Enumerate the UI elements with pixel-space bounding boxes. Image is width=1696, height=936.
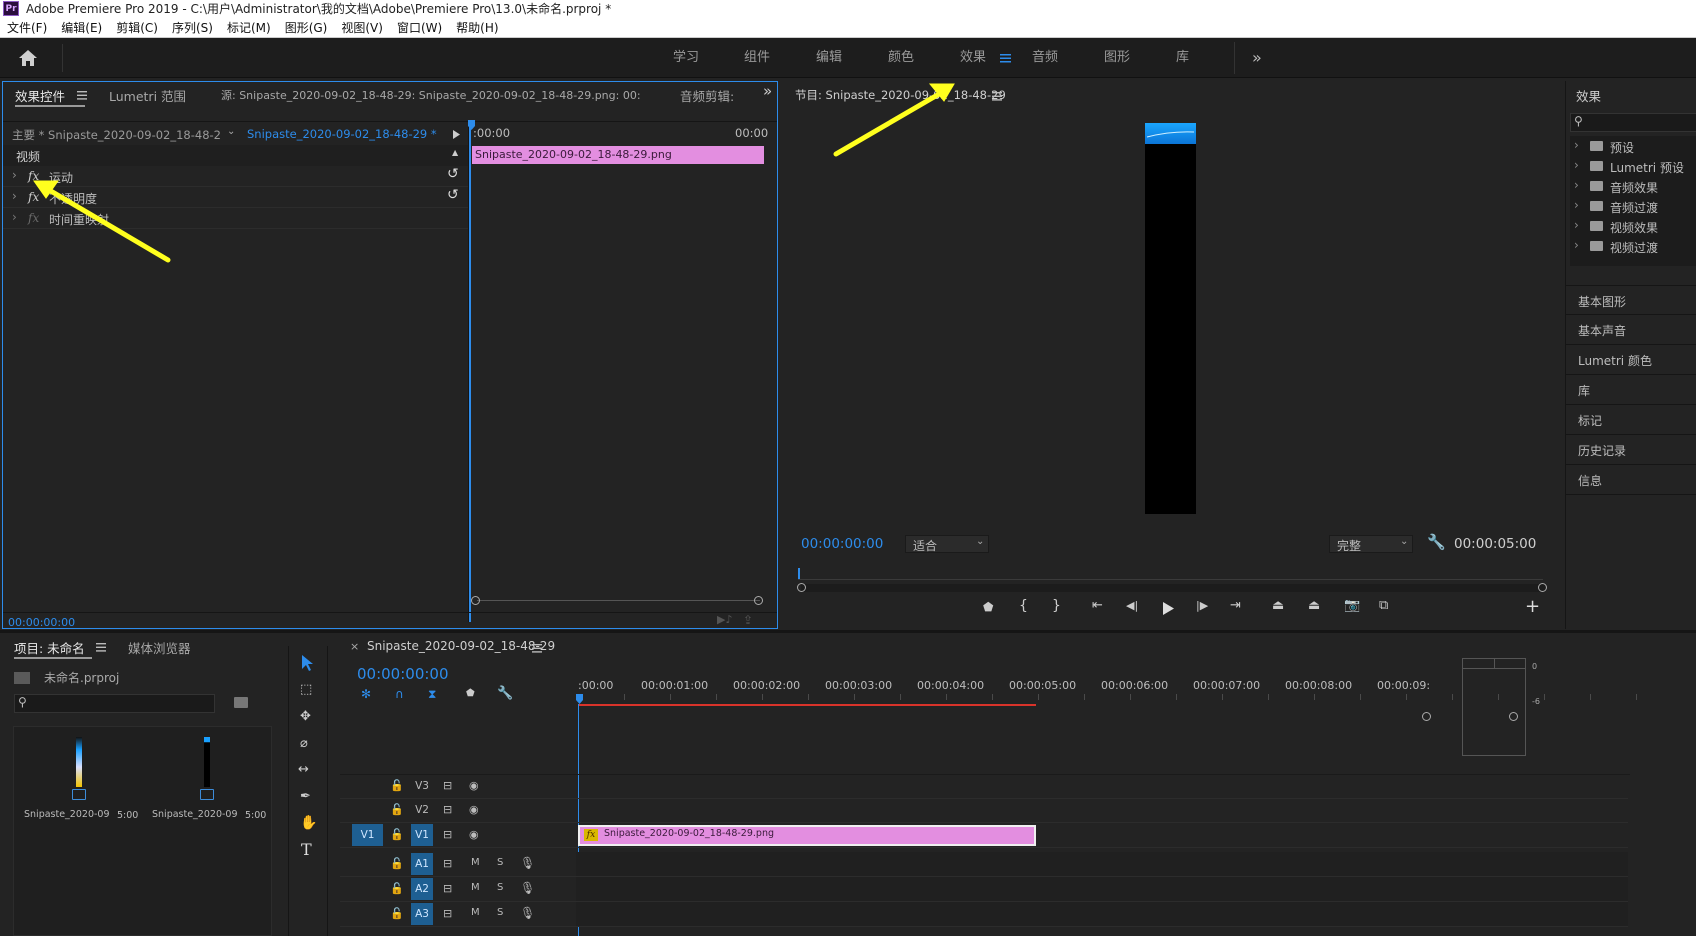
- arrow-to-effects-workspace: [833, 87, 949, 157]
- annotation-arrows: [33, 83, 955, 263]
- arrow-to-fx-motion: [41, 184, 171, 263]
